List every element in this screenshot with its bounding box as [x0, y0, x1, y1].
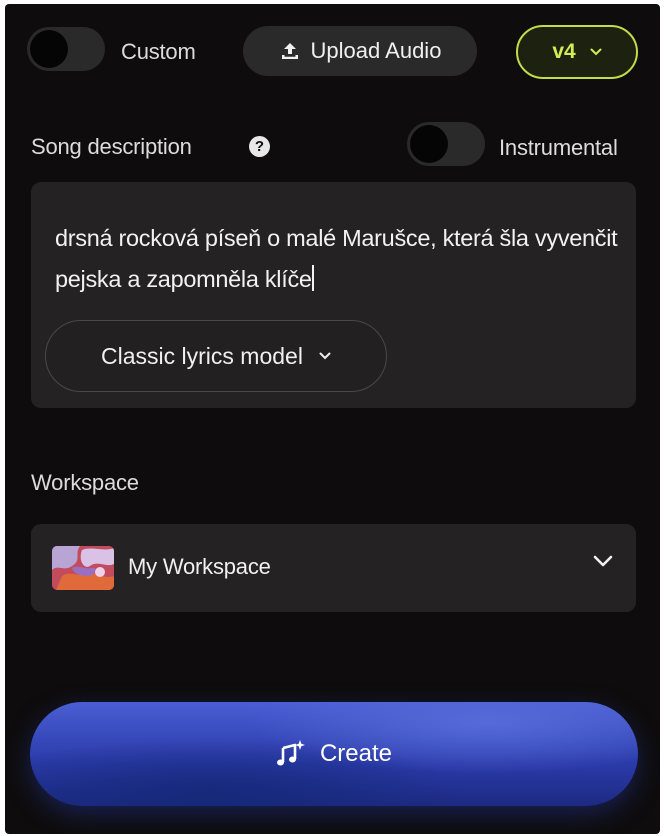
instrumental-toggle[interactable]	[407, 122, 485, 166]
text-caret	[311, 265, 314, 291]
upload-audio-button[interactable]: Upload Audio	[243, 26, 477, 76]
create-label: Create	[319, 740, 393, 767]
song-description-input[interactable]: drsná rocková píseň o malé Marušce, kter…	[55, 218, 625, 300]
workspace-name: My Workspace	[128, 554, 271, 579]
chevron-down-icon	[593, 555, 613, 567]
chevron-down-icon	[319, 352, 331, 360]
workspace-select[interactable]: My Workspace	[31, 524, 636, 612]
instrumental-label: Instrumental	[499, 135, 618, 160]
create-song-panel: Custom Upload Audio v4 Song description …	[5, 4, 660, 834]
help-icon[interactable]: ?	[249, 136, 270, 157]
song-description-text: drsná rocková píseň o malé Marušce, kter…	[55, 225, 618, 292]
workspace-thumbnail	[52, 546, 114, 590]
toggle-knob	[410, 125, 448, 163]
create-button[interactable]: Create	[30, 702, 638, 806]
workspace-label: Workspace	[31, 470, 139, 495]
upload-icon	[281, 43, 298, 59]
custom-label: Custom	[121, 39, 196, 64]
song-description-label: Song description	[31, 134, 192, 159]
lyrics-model-select[interactable]: Classic lyrics model	[45, 320, 387, 392]
lyrics-model-label: Classic lyrics model	[101, 342, 303, 369]
upload-audio-label: Upload Audio	[310, 38, 442, 63]
chevron-down-icon	[590, 48, 602, 56]
custom-toggle[interactable]	[27, 27, 105, 71]
model-version-select[interactable]: v4	[516, 25, 638, 79]
song-description-box: drsná rocková píseň o malé Marušce, kter…	[31, 182, 636, 408]
music-note-sparkle-icon	[276, 740, 305, 766]
toggle-knob	[30, 30, 68, 68]
version-label: v4	[552, 40, 576, 63]
